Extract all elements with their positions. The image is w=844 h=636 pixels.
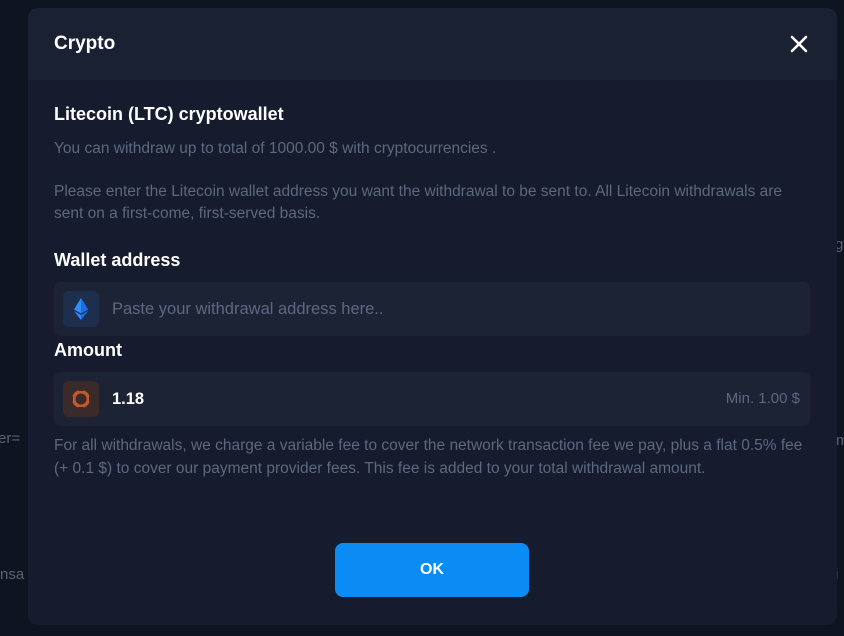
close-icon[interactable] [787, 32, 811, 56]
wallet-address-label: Wallet address [54, 250, 181, 270]
modal-header: Crypto [28, 8, 837, 80]
wallet-address-field[interactable] [54, 282, 810, 336]
wallet-address-input[interactable] [112, 282, 692, 336]
background-text-fragment: nsa [0, 566, 25, 583]
ethereum-icon [63, 291, 99, 327]
amount-field[interactable]: Min. 1.00 $ [54, 372, 810, 426]
background-text-fragment: m [836, 432, 844, 449]
coin-icon [63, 381, 99, 417]
wallet-heading: Litecoin (LTC) cryptowallet [54, 104, 284, 124]
min-amount-label: Min. 1.00 $ [725, 390, 800, 407]
modal-title: Crypto [54, 33, 116, 54]
fee-note: For all withdrawals, we charge a variabl… [54, 437, 803, 477]
withdraw-limit-text: You can withdraw up to total of 1000.00 … [54, 140, 497, 157]
amount-label: Amount [54, 340, 122, 360]
ok-button[interactable]: OK [335, 543, 529, 597]
background-text-fragment: er= [0, 430, 21, 447]
crypto-withdraw-modal: Crypto Litecoin (LTC) cryptowallet You c… [28, 8, 837, 625]
withdraw-instructions: Please enter the Litecoin wallet address… [54, 183, 783, 222]
amount-input[interactable] [112, 372, 692, 426]
